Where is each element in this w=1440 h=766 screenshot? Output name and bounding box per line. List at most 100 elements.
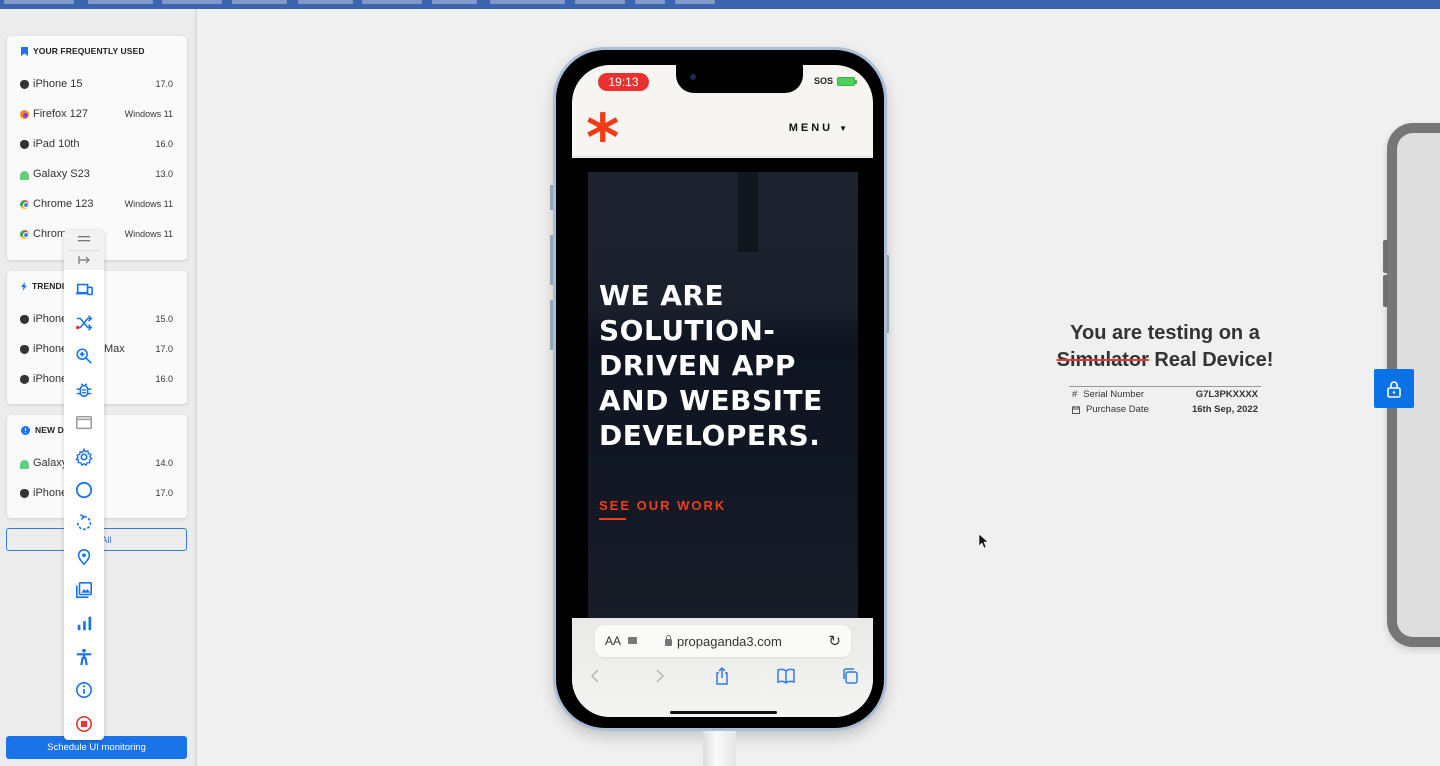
- lock-icon: [665, 635, 672, 646]
- status-time: 19:13: [598, 73, 649, 91]
- bookmark-item[interactable]: [232, 0, 287, 4]
- location-button[interactable]: [72, 545, 96, 569]
- apple-icon: [20, 79, 29, 89]
- device-item-chrome-123[interactable]: Chrome 123 Windows 11: [20, 196, 173, 212]
- device-item-galaxy-s23[interactable]: Galaxy S23 13.0: [20, 166, 173, 182]
- home-circle-icon: [75, 481, 93, 499]
- device-item-firefox-127[interactable]: Firefox 127 Windows 11: [20, 106, 173, 122]
- info-button[interactable]: [72, 678, 96, 702]
- apple-icon: [20, 344, 29, 354]
- real-device-heading: You are testing on a Simulator Real Devi…: [1056, 322, 1274, 371]
- collapse-arrow-icon[interactable]: [78, 256, 90, 264]
- url-display[interactable]: propaganda3.com: [665, 634, 782, 649]
- hero-section: WE ARE SOLUTION- DRIVEN APP AND WEBSITE …: [572, 158, 873, 618]
- gallery-button[interactable]: [72, 578, 96, 602]
- new-devices-title: NEW DE: [21, 425, 70, 435]
- window-button[interactable]: [72, 411, 96, 435]
- purchase-date-row: Purchase Date 16th Sep, 2022: [1072, 402, 1258, 417]
- phone-notch: [676, 65, 803, 93]
- android-icon: [20, 460, 29, 469]
- bookmark-item[interactable]: [635, 0, 665, 4]
- real-device-info-panel: You are testing on a Simulator Real Devi…: [1055, 320, 1275, 417]
- device-screen[interactable]: 19:13 SOS * MENU ▼ WE ARE SOLUTION- DRIV…: [572, 65, 873, 717]
- usb-cable: [703, 731, 736, 766]
- sos-indicator: SOS: [813, 76, 833, 86]
- site-menu-button[interactable]: MENU ▼: [789, 122, 847, 134]
- safari-toolbar: AA propaganda3.com ↻: [572, 618, 873, 717]
- tabs-button[interactable]: [840, 666, 860, 686]
- debug-button[interactable]: [72, 378, 96, 402]
- rotate-button[interactable]: [72, 511, 96, 535]
- shuffle-icon: [75, 315, 93, 331]
- switch-device-button[interactable]: [72, 278, 96, 302]
- chrome-icon: [20, 229, 29, 239]
- chevron-left-icon: [590, 669, 599, 683]
- bookmark-icon: [21, 46, 28, 56]
- trending-title: TRENDI: [21, 281, 64, 291]
- gear-icon: [75, 448, 93, 466]
- shuffle-button[interactable]: [72, 311, 96, 335]
- bookmark-item[interactable]: [675, 0, 715, 4]
- device-item-iphone-15[interactable]: iPhone 15 17.0: [20, 76, 173, 92]
- calendar-icon: [1072, 405, 1080, 414]
- phone-bezel: 19:13 SOS * MENU ▼ WE ARE SOLUTION- DRIV…: [556, 50, 884, 728]
- see-our-work-link[interactable]: SEE OUR WORK: [599, 498, 726, 513]
- bookmark-item[interactable]: [362, 0, 422, 4]
- zoom-in-icon: [76, 348, 92, 364]
- lock-icon: [1387, 380, 1401, 398]
- bookmark-item[interactable]: [432, 0, 477, 4]
- browser-bookmarks-bar: [0, 0, 1440, 9]
- chevron-right-icon: [656, 669, 665, 683]
- frequently-used-card: YOUR FREQUENTLY USED iPhone 15 17.0 Fire…: [7, 36, 187, 260]
- image-gallery-icon: [75, 581, 93, 599]
- safari-address-bar[interactable]: AA propaganda3.com ↻: [595, 625, 851, 657]
- battery-charging-icon: [837, 76, 857, 86]
- device-item-ipad-10th[interactable]: iPad 10th 16.0: [20, 136, 173, 152]
- apple-icon: [20, 139, 29, 149]
- device-toolbar: [64, 230, 104, 740]
- hero-headline: WE ARE SOLUTION- DRIVEN APP AND WEBSITE …: [599, 279, 823, 452]
- firefox-icon: [20, 109, 29, 119]
- info-icon: [75, 681, 93, 699]
- home-indicator[interactable]: [670, 711, 777, 714]
- bookmark-item[interactable]: [490, 0, 565, 4]
- bookmark-item[interactable]: [162, 0, 222, 4]
- lock-device-button[interactable]: [1374, 369, 1414, 408]
- toolbar-handle[interactable]: [64, 230, 104, 270]
- rotate-icon: [76, 514, 92, 531]
- site-header: * MENU ▼: [572, 102, 873, 171]
- network-button[interactable]: [72, 611, 96, 635]
- home-button[interactable]: [72, 478, 96, 502]
- bookmark-item[interactable]: [575, 0, 625, 4]
- window-icon: [76, 415, 92, 430]
- bookmark-item[interactable]: [298, 0, 353, 4]
- stop-session-button[interactable]: [72, 712, 96, 736]
- location-pin-icon: [77, 549, 91, 566]
- text-size-button[interactable]: AA: [605, 634, 621, 648]
- front-camera: [690, 74, 696, 80]
- caret-down-icon: ▼: [839, 123, 847, 133]
- bookmark-item[interactable]: [4, 0, 74, 4]
- apple-icon: [20, 374, 29, 384]
- back-button[interactable]: [586, 666, 606, 686]
- android-icon: [20, 171, 29, 180]
- accessibility-icon: [76, 648, 92, 666]
- drag-handle-icon[interactable]: [78, 236, 90, 242]
- info-filled-icon: [21, 425, 30, 435]
- serial-number-row: # Serial Number G7L3PKXXXX: [1072, 389, 1258, 400]
- status-indicators: SOS: [813, 76, 857, 86]
- mouse-cursor-icon: [979, 534, 989, 549]
- frequently-used-title: YOUR FREQUENTLY USED: [21, 46, 145, 56]
- bookmark-item[interactable]: [88, 0, 153, 4]
- reload-icon[interactable]: ↻: [828, 632, 841, 650]
- extension-icon[interactable]: [628, 637, 637, 644]
- bookmarks-button[interactable]: [776, 666, 796, 686]
- hash-icon: #: [1072, 389, 1078, 400]
- share-button[interactable]: [712, 666, 732, 686]
- settings-button[interactable]: [72, 445, 96, 469]
- accessibility-button[interactable]: [72, 645, 96, 669]
- tabs-icon: [843, 668, 858, 684]
- zoom-in-button[interactable]: [72, 344, 96, 368]
- devices-icon: [75, 283, 93, 296]
- forward-button[interactable]: [649, 666, 669, 686]
